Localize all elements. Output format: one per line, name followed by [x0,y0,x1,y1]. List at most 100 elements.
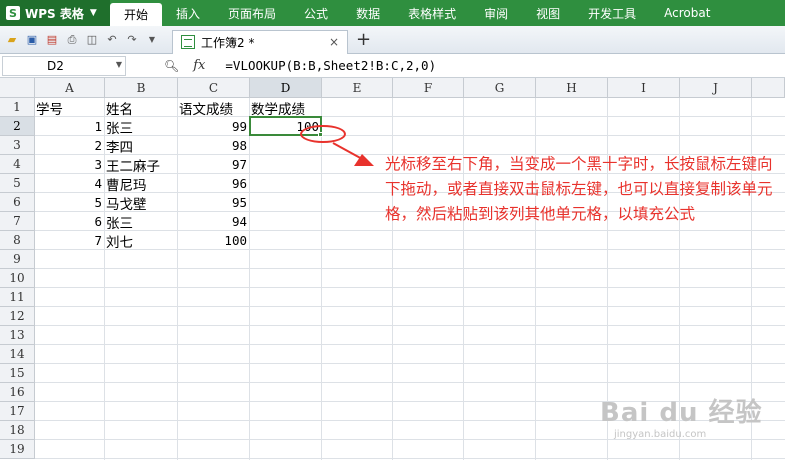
header-cell[interactable]: 数学成绩 [250,98,322,118]
row-header-15[interactable]: 15 [0,364,35,383]
column-header-B[interactable]: B [105,78,178,98]
row-gridline [35,363,785,364]
menu-item-8[interactable]: 开发工具 [574,0,650,26]
row-header-19[interactable]: 19 [0,440,35,459]
column-header-C[interactable]: C [178,78,250,98]
print-icon[interactable]: ⎙ [64,32,80,48]
row-gridline [35,325,785,326]
toolbar-more-icon[interactable]: ▼ [144,32,160,48]
name-cell[interactable]: 张三 [105,117,178,137]
name-cell[interactable]: 曹尼玛 [105,174,178,194]
column-header-H[interactable]: H [536,78,608,98]
chinese-score-cell[interactable]: 98 [178,136,250,155]
name-cell[interactable]: 王二麻子 [105,155,178,175]
menu-item-0[interactable]: 开始 [110,3,163,26]
chinese-score-cell[interactable]: 94 [178,212,250,231]
row-header-8[interactable]: 8 [0,231,35,250]
row-header-12[interactable]: 12 [0,307,35,326]
name-cell[interactable]: 李四 [105,136,178,156]
quick-access-toolbar: ▰ ▣ ▤ ⎙ ◫ ↶ ↷ ▼ 工作簿2 * × + [0,26,785,54]
header-cell[interactable]: 姓名 [105,98,178,118]
menu-bar: S WPS 表格 ▼ 开始 插入 页面布局 公式 数据 表格样式 审阅 视图 开发工具 Acrob… [0,0,785,26]
new-tab-icon[interactable]: + [356,29,371,50]
row-header-3[interactable]: 3 [0,136,35,155]
export-pdf-icon[interactable]: ▤ [44,32,60,48]
row-header-2[interactable]: 2 [0,117,35,136]
row-header-13[interactable]: 13 [0,326,35,345]
name-box-dropdown-icon[interactable]: ▼ [116,60,122,69]
undo-icon[interactable]: ↶ [104,32,120,48]
column-header-D[interactable]: D [250,78,322,98]
row-header-9[interactable]: 9 [0,250,35,269]
header-cell[interactable]: 语文成绩 [178,98,250,118]
id-cell[interactable]: 3 [35,155,105,174]
row-header-1[interactable]: 1 [0,98,35,117]
formula-bar: D2 ▼ 🔍︎ fx =VLOOKUP(B:B,Sheet2!B:C,2,0) [0,54,785,78]
document-tab[interactable]: 工作簿2 * × [172,29,348,54]
save-icon[interactable]: ▣ [24,32,40,48]
header-cell[interactable]: 学号 [35,98,105,118]
menu-item-2[interactable]: 页面布局 [214,0,290,26]
column-header-F[interactable]: F [393,78,464,98]
row-header-18[interactable]: 18 [0,421,35,440]
id-cell[interactable]: 1 [35,117,105,136]
watermark-logo: Bai du 经验 [600,398,763,428]
row-header-7[interactable]: 7 [0,212,35,231]
select-all-corner[interactable] [0,78,35,98]
print-preview-icon[interactable]: ◫ [84,32,100,48]
row-header-17[interactable]: 17 [0,402,35,421]
menu-item-1[interactable]: 插入 [162,0,214,26]
column-header-J[interactable]: J [680,78,752,98]
column-header-A[interactable]: A [35,78,105,98]
open-folder-icon[interactable]: ▰ [4,32,20,48]
math-score-cell[interactable] [250,231,322,250]
document-tab-title: 工作簿2 * [201,35,255,50]
menu-item-7[interactable]: 视图 [522,0,574,26]
column-header-G[interactable]: G [464,78,536,98]
formula-input[interactable]: =VLOOKUP(B:B,Sheet2!B:C,2,0) [225,58,436,73]
name-box[interactable]: D2 ▼ [2,55,126,76]
column-header-I[interactable]: I [608,78,680,98]
name-cell[interactable]: 刘七 [105,231,178,251]
chevron-down-icon: ▼ [89,8,97,18]
row-header-16[interactable]: 16 [0,383,35,402]
close-tab-icon[interactable]: × [329,35,339,49]
search-function-icon[interactable]: 🔍︎ [164,59,179,73]
menu-item-9[interactable]: Acrobat [650,0,724,26]
menu-item-4[interactable]: 数据 [342,0,394,26]
chinese-score-cell[interactable]: 100 [178,231,250,250]
name-cell[interactable]: 马戈壁 [105,193,178,213]
watermark-url: jingyan.baidu.com [614,429,707,440]
menu-item-3[interactable]: 公式 [290,0,342,26]
chinese-score-cell[interactable]: 97 [178,155,250,174]
math-score-cell[interactable] [250,193,322,212]
id-cell[interactable]: 7 [35,231,105,250]
menu-item-6[interactable]: 审阅 [470,0,522,26]
redo-icon[interactable]: ↷ [124,32,140,48]
chinese-score-cell[interactable]: 95 [178,193,250,212]
row-header-5[interactable]: 5 [0,174,35,193]
chinese-score-cell[interactable]: 99 [178,117,250,136]
menu-item-5[interactable]: 表格样式 [394,0,470,26]
insert-function-icon[interactable]: fx [193,58,205,73]
id-cell[interactable]: 2 [35,136,105,155]
column-header-partial[interactable] [752,78,785,98]
name-cell[interactable]: 张三 [105,212,178,232]
wps-logo-icon: S [6,6,20,20]
math-score-cell[interactable] [250,155,322,174]
row-gridline [35,268,785,269]
id-cell[interactable]: 5 [35,193,105,212]
row-header-10[interactable]: 10 [0,269,35,288]
id-cell[interactable]: 6 [35,212,105,231]
chinese-score-cell[interactable]: 96 [178,174,250,193]
row-gridline [35,382,785,383]
row-header-14[interactable]: 14 [0,345,35,364]
column-header-E[interactable]: E [322,78,393,98]
id-cell[interactable]: 4 [35,174,105,193]
math-score-cell[interactable] [250,212,322,231]
app-menu-button[interactable]: S WPS 表格 ▼ [0,0,110,26]
row-header-11[interactable]: 11 [0,288,35,307]
math-score-cell[interactable] [250,174,322,193]
row-header-4[interactable]: 4 [0,155,35,174]
row-header-6[interactable]: 6 [0,193,35,212]
